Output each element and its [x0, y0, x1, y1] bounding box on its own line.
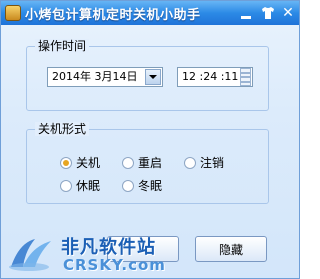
arrow-up-icon: [241, 71, 250, 74]
app-window: 小烤包计算机定时关机小助手 ✕ 操作时间 2014年 3月14日 12 :24 …: [0, 0, 300, 279]
arrow-down-icon: [241, 80, 250, 83]
radio-indicator: [122, 156, 134, 169]
shutdown-mode-group: 关机形式 关机 重启 注销 休眠 冬眠: [26, 122, 269, 204]
date-dropdown-button[interactable]: [145, 69, 161, 85]
hide-button[interactable]: 隐藏: [195, 236, 267, 262]
radio-hibernate[interactable]: 冬眠: [122, 177, 162, 194]
operation-time-title: 操作时间: [35, 39, 90, 53]
radio-shutdown[interactable]: 关机: [60, 154, 100, 171]
window-title: 小烤包计算机定时关机小助手: [25, 7, 201, 23]
operation-time-group: 操作时间 2014年 3月14日 12 :24 :11: [26, 39, 269, 111]
radio-label: 休眠: [76, 179, 101, 193]
shutdown-mode-title: 关机形式: [35, 122, 90, 136]
minimize-icon: [241, 15, 251, 19]
watermark-en: CRSKY.com: [63, 256, 166, 274]
radio-logoff[interactable]: 注销: [184, 154, 224, 171]
radio-indicator: [184, 156, 196, 169]
crsky-logo-icon: [9, 239, 51, 271]
date-value: 2014年 3月14日: [52, 70, 138, 83]
date-picker[interactable]: 2014年 3月14日: [47, 67, 163, 87]
hide-button-label: 隐藏: [218, 242, 243, 257]
spin-up-button[interactable]: [240, 68, 251, 77]
minimize-button[interactable]: [238, 5, 254, 21]
title-bar[interactable]: 小烤包计算机定时关机小助手 ✕: [1, 1, 299, 25]
close-button[interactable]: ✕: [280, 5, 296, 21]
radio-indicator: [60, 156, 72, 169]
radio-sleep[interactable]: 休眠: [60, 177, 100, 194]
radio-restart[interactable]: 重启: [122, 154, 162, 171]
radio-label: 关机: [76, 156, 101, 170]
watermark: 非凡软件站 CRSKY.com: [1, 229, 201, 277]
radio-indicator: [122, 179, 134, 192]
radio-label: 冬眠: [138, 179, 163, 193]
radio-label: 注销: [200, 156, 225, 170]
app-icon: [5, 5, 21, 21]
time-value: 12 :24 :11: [182, 70, 239, 83]
chevron-down-icon: [149, 75, 157, 79]
radio-indicator: [60, 179, 72, 192]
close-icon: ✕: [282, 5, 294, 21]
shirt-icon: [262, 7, 274, 19]
time-spinner[interactable]: [240, 68, 251, 86]
spin-down-button[interactable]: [240, 77, 251, 86]
time-picker[interactable]: 12 :24 :11: [177, 67, 253, 87]
skin-button[interactable]: [260, 5, 276, 21]
radio-label: 重启: [138, 156, 163, 170]
